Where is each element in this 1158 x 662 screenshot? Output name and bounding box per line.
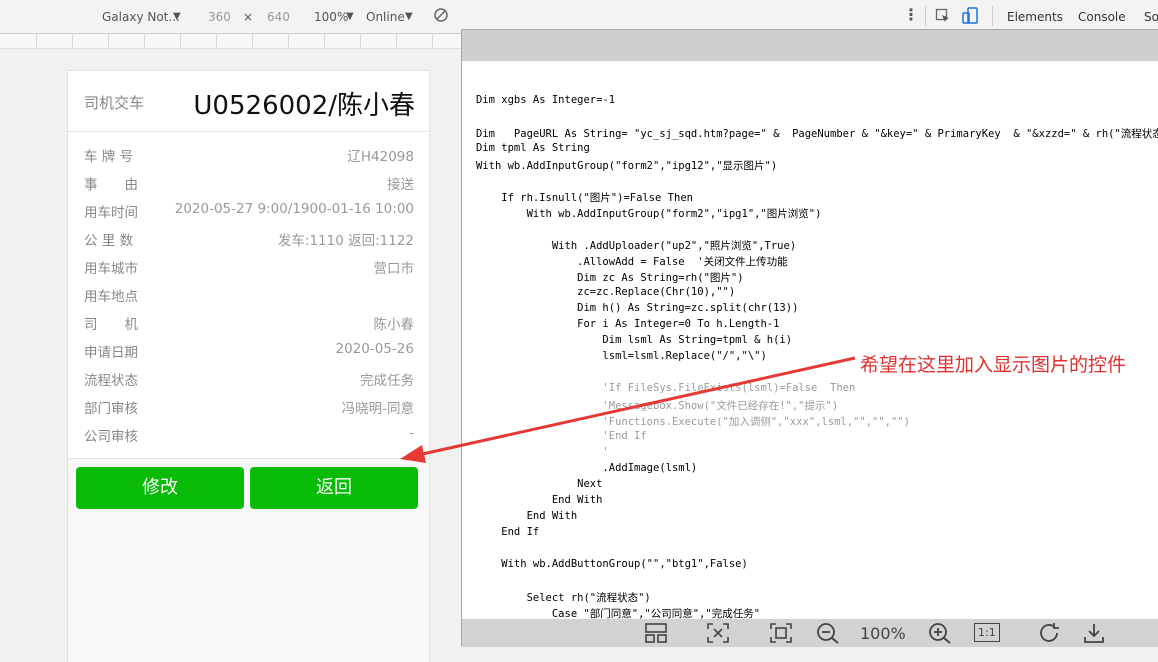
code-line: Dim h() As String=zc.split(chr(13)) — [476, 302, 799, 314]
block-icon[interactable] — [433, 7, 449, 26]
zoom-level: 100% — [860, 624, 906, 643]
tab-elements[interactable]: Elements — [1007, 10, 1063, 24]
viewer-toolbar: 100% 1:1 — [462, 619, 1158, 647]
fullscreen-icon[interactable] — [770, 623, 792, 647]
code-line: 'Messagebox.Show("文件已经存在!","提示") — [476, 400, 839, 412]
code-line: For i As Integer=0 To h.Length-1 — [476, 318, 780, 330]
back-button[interactable]: 返回 — [250, 467, 418, 509]
device-select[interactable]: Galaxy Not... — [102, 10, 180, 24]
list-item: 申请日期 2020-05-26 — [84, 341, 414, 361]
download-icon[interactable] — [1082, 622, 1106, 648]
code-line: With wb.AddButtonGroup("","btg1",False) — [476, 558, 748, 570]
code-line: zc=zc.Replace(Chr(10),"") — [476, 286, 736, 298]
times-icon: × — [243, 10, 254, 24]
actual-size-icon[interactable]: 1:1 — [974, 623, 1000, 642]
edit-button[interactable]: 修改 — [76, 467, 244, 509]
list-item: 流程状态 完成任务 — [84, 373, 414, 389]
tab-sources[interactable]: So — [1144, 10, 1158, 24]
list-item: 车 牌 号辽H42098 — [84, 149, 414, 165]
code-line: Dim zc As String=rh("图片") — [476, 272, 744, 284]
page-title: U0526002/陈小春 — [193, 91, 415, 121]
zoom-in-icon[interactable] — [928, 622, 952, 648]
height-field[interactable]: 640 — [267, 10, 290, 24]
list-item: 公司审核 - — [84, 425, 414, 445]
code-line: .AddImage(lsml) — [476, 462, 698, 474]
code-line: ' — [476, 446, 609, 458]
viewer-titlebar — [462, 30, 1158, 61]
list-item: 公 里 数发车:1110 返回:1122 — [84, 233, 414, 249]
code-line: Case "部门同意","公司同意","完成任务" — [476, 608, 761, 619]
header-label: 司机交车 — [84, 94, 145, 112]
more-icon[interactable]: ⋮ — [903, 5, 919, 24]
list-item: 司 机陈小春 — [84, 317, 414, 333]
throttle-select[interactable]: Online — [366, 10, 405, 24]
code-line: lsml=lsml.Replace("/","\") — [476, 350, 767, 362]
code-line: End If — [476, 526, 540, 538]
code-line: End With — [476, 494, 603, 506]
code-line: With wb.AddInputGroup("form2","ipg12","显… — [476, 160, 778, 172]
fit-screen-icon[interactable] — [707, 623, 729, 647]
detail-list: 车 牌 号辽H42098 事 由接送 用车时间 2020-05-27 9:00/1… — [68, 132, 429, 459]
code-line: 'Functions.Execute("加入调侧","xxx",lsml,"",… — [476, 416, 910, 428]
image-viewer: Dim xgbs As Integer=-1 Dim PageURL As St… — [461, 29, 1158, 647]
code-image: Dim xgbs As Integer=-1 Dim PageURL As St… — [462, 61, 1158, 619]
inspect-icon[interactable] — [935, 8, 951, 27]
list-item: 用车时间 2020-05-27 9:00/1900-01-16 10:00 — [84, 201, 414, 221]
code-line: 'If FileSys.FileExists(lsml)=False Then — [476, 382, 856, 394]
zoom-out-icon[interactable] — [816, 622, 840, 648]
code-line: If rh.Isnull("图片")=False Then — [476, 192, 693, 204]
code-line: Dim PageURL As String= "yc_sj_sqd.htm?pa… — [476, 128, 1158, 140]
code-line: With .AddUploader("up2","照片浏览",True) — [476, 240, 797, 252]
device-dropdown-icon[interactable]: ▼ — [173, 11, 181, 22]
throttle-dropdown-icon[interactable]: ▼ — [405, 11, 413, 22]
rotate-icon[interactable] — [1037, 622, 1061, 648]
code-line: With wb.AddInputGroup("form2","ipg1","图片… — [476, 208, 822, 220]
grid-view-icon[interactable] — [645, 623, 667, 647]
device-toggle-icon[interactable] — [962, 7, 978, 28]
tab-console[interactable]: Console — [1078, 10, 1126, 24]
mobile-page: 司机交车 U0526002/陈小春 车 牌 号辽H42098 事 由接送 用车时… — [67, 70, 430, 662]
list-item: 用车地点 — [84, 289, 138, 305]
width-field[interactable]: 360 — [208, 10, 231, 24]
code-line: End With — [476, 510, 578, 522]
list-item: 用车城市 营口市 — [84, 261, 414, 277]
code-line: Dim xgbs As Integer=-1 — [476, 94, 616, 106]
page-header: 司机交车 U0526002/陈小春 — [68, 71, 429, 132]
code-line: Dim tpml As String — [476, 142, 590, 154]
zoom-select[interactable]: 100% — [314, 10, 348, 24]
zoom-dropdown-icon[interactable]: ▼ — [346, 11, 354, 22]
list-item: 事 由接送 — [84, 177, 414, 193]
list-item: 部门审核 冯晓明-同意 — [84, 401, 414, 417]
code-line: Dim lsml As String=tpml & h(i) — [476, 334, 793, 346]
code-line: 'End If — [476, 430, 647, 442]
code-line: Select rh("流程状态") — [476, 592, 651, 604]
annotation-note: 希望在这里加入显示图片的控件 — [860, 354, 1127, 376]
code-line: Next — [476, 478, 603, 490]
code-line: .AllowAdd = False '关闭文件上传功能 — [476, 256, 788, 268]
